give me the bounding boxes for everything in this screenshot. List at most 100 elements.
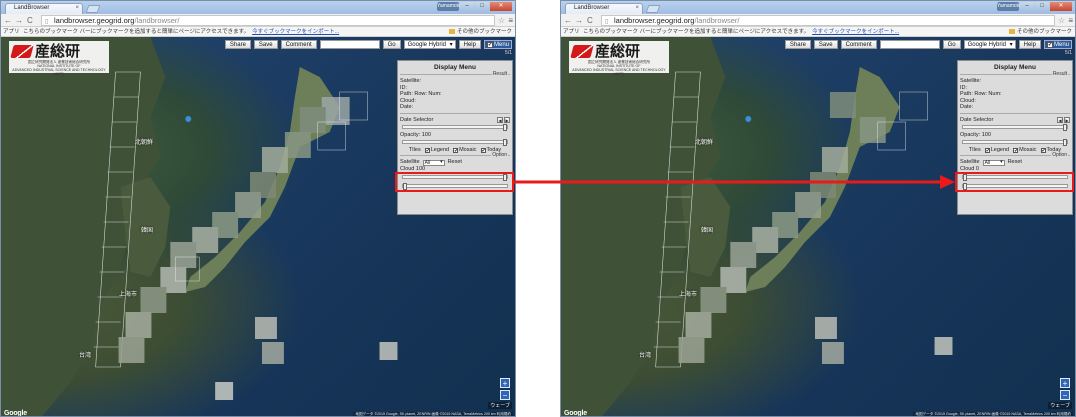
url-input[interactable]: ▯ landbrowser.geogrid.org/landbrowser/	[41, 15, 495, 26]
reset-button[interactable]: Reset	[448, 159, 462, 166]
terms-link[interactable]: 利用規約	[497, 412, 511, 416]
close-tab-icon[interactable]: ×	[75, 5, 79, 11]
import-bookmarks-link[interactable]: 今すぐブックマークをインポート...	[812, 29, 899, 35]
opacity-slider[interactable]	[402, 139, 508, 146]
minimize-button[interactable]: –	[1020, 2, 1034, 11]
earth-button[interactable]: ウェーブ	[1048, 402, 1072, 409]
menu-toggle[interactable]: ✔ Menu	[483, 40, 512, 49]
mosaic-checkbox[interactable]: ✔	[1013, 147, 1018, 153]
mosaic-toggle[interactable]: ✔ Mosaic	[1013, 147, 1037, 153]
date-next-button[interactable]: ▶	[504, 116, 510, 123]
comment-button[interactable]: Comment	[280, 40, 317, 49]
option-label: Option	[1051, 152, 1068, 158]
legend-toggle[interactable]: ✔ Legend	[424, 147, 449, 153]
map-type-select[interactable]: Google Hybrid	[403, 40, 456, 49]
map-type-select[interactable]: Google Hybrid	[963, 40, 1016, 49]
satellite-option-label: Satellite	[960, 159, 980, 165]
date-slider-handle[interactable]	[1062, 123, 1067, 131]
date-next-button[interactable]: ▶	[1064, 116, 1070, 123]
aist-logo: 産総研 国立研究開発法人 産業技術総合研究所 NATIONAL INSTITUT…	[569, 41, 669, 76]
reload-icon[interactable]: C	[27, 15, 33, 26]
back-icon[interactable]: ←	[4, 15, 12, 26]
tab-title: LandBrowser	[14, 5, 50, 11]
close-window-button[interactable]: ✕	[1050, 2, 1072, 11]
today-checkbox[interactable]: ✔	[1040, 147, 1046, 153]
date-slider[interactable]	[402, 123, 508, 131]
apps-shortcut[interactable]: アプリ	[563, 27, 580, 36]
close-tab-icon[interactable]: ×	[635, 5, 639, 11]
forward-icon[interactable]: →	[575, 15, 583, 26]
maximize-button[interactable]: □	[1035, 2, 1049, 11]
date-prev-button[interactable]: ◀	[497, 116, 503, 123]
date-slider[interactable]	[962, 123, 1068, 131]
reset-button[interactable]: Reset	[1008, 159, 1022, 166]
opacity-slider-handle[interactable]	[1062, 139, 1067, 146]
legend-checkbox[interactable]: ✔	[984, 147, 990, 153]
date-slider-handle[interactable]	[502, 123, 507, 131]
opacity-slider[interactable]	[962, 139, 1068, 146]
comment-button[interactable]: Comment	[840, 40, 877, 49]
other-bookmarks[interactable]: その他のブックマーク	[1009, 27, 1072, 36]
url-input[interactable]: ▯ landbrowser.geogrid.org/landbrowser/	[601, 15, 1055, 26]
share-button[interactable]: Share	[224, 40, 251, 49]
search-input[interactable]	[879, 40, 940, 49]
back-icon[interactable]: ←	[564, 15, 572, 26]
tiles-toggle[interactable]: TIles	[409, 147, 421, 153]
apps-shortcut[interactable]: アプリ	[3, 27, 20, 36]
search-input[interactable]	[319, 40, 380, 49]
map-attribution: 地図データ ©2015 Google, SK planet, ZENRIN 画像…	[353, 412, 513, 416]
satellite-select[interactable]: All	[422, 159, 445, 166]
legend-checkbox[interactable]: ✔	[424, 147, 430, 153]
tab-title: LandBrowser	[574, 5, 610, 11]
tiles-toggle[interactable]: TIles	[969, 147, 981, 153]
opacity-slider-handle[interactable]	[502, 139, 507, 146]
go-button[interactable]: Go	[382, 40, 401, 49]
legend-toggle[interactable]: ✔ Legend	[984, 147, 1009, 153]
terms-link[interactable]: 利用規約	[1057, 412, 1071, 416]
browser-tab[interactable]: LandBrowser ×	[565, 3, 643, 14]
share-button[interactable]: Share	[784, 40, 811, 49]
chrome-menu-icon[interactable]: ≡	[508, 15, 513, 26]
mosaic-toggle[interactable]: ✔ Mosaic	[453, 147, 477, 153]
help-button[interactable]: Help	[458, 40, 481, 49]
menu-checkbox[interactable]: ✔	[486, 41, 493, 48]
chrome-menu-icon[interactable]: ≡	[1068, 15, 1073, 26]
zoom-out-button[interactable]: −	[500, 390, 510, 400]
bookmark-star-icon[interactable]: ☆	[498, 15, 505, 26]
date-prev-button[interactable]: ◀	[1057, 116, 1063, 123]
zoom-in-button[interactable]: +	[500, 378, 510, 388]
other-bookmarks[interactable]: その他のブックマーク	[449, 27, 512, 36]
logo-name: 産総研	[595, 42, 641, 60]
logo-sub-3: ADVANCED INDUSTRIAL SCIENCE AND TECHNOLO…	[12, 68, 106, 76]
mosaic-checkbox[interactable]: ✔	[453, 147, 458, 153]
profile-button[interactable]: Yamamoto	[437, 2, 461, 11]
save-button[interactable]: Save	[253, 40, 278, 49]
minimize-button[interactable]: –	[460, 2, 474, 11]
today-checkbox[interactable]: ✔	[480, 147, 486, 153]
maximize-button[interactable]: □	[475, 2, 489, 11]
aist-logo-mark	[570, 45, 594, 58]
help-button[interactable]: Help	[1018, 40, 1041, 49]
profile-button[interactable]: Yamamoto	[997, 2, 1021, 11]
browser-tab[interactable]: LandBrowser ×	[5, 3, 83, 14]
menu-label: Menu	[1053, 41, 1069, 48]
import-bookmarks-link[interactable]: 今すぐブックマークをインポート...	[252, 29, 339, 35]
reload-icon[interactable]: C	[587, 15, 593, 26]
earth-button[interactable]: ウェーブ	[488, 402, 512, 409]
go-button[interactable]: Go	[942, 40, 961, 49]
forward-icon[interactable]: →	[15, 15, 23, 26]
menu-toggle[interactable]: ✔ Menu	[1043, 40, 1072, 49]
map-canvas[interactable]: 北朝鮮 韓国 台湾 上海市 産総研 国立研究開発法人 産業技術総合研究所 NAT…	[1, 37, 515, 416]
new-tab-button[interactable]	[85, 5, 101, 13]
zoom-out-button[interactable]: −	[1060, 390, 1070, 400]
save-button[interactable]: Save	[813, 40, 838, 49]
close-window-button[interactable]: ✕	[490, 2, 512, 11]
map-canvas[interactable]: 北朝鮮 韓国 台湾 上海市 産総研 国立研究開発法人 産業技術総合研究所 NAT…	[561, 37, 1075, 416]
satellite-select[interactable]: All	[982, 159, 1005, 166]
zoom-in-button[interactable]: +	[1060, 378, 1070, 388]
bookmarks-message-text: こちらのブックマーク バーにブックマークを追加すると簡単にページにアクセスできま…	[583, 29, 810, 35]
new-tab-button[interactable]	[645, 5, 661, 13]
url-host: landbrowser.geogrid.org	[614, 16, 695, 25]
menu-checkbox[interactable]: ✔	[1046, 41, 1053, 48]
bookmark-star-icon[interactable]: ☆	[1058, 15, 1065, 26]
